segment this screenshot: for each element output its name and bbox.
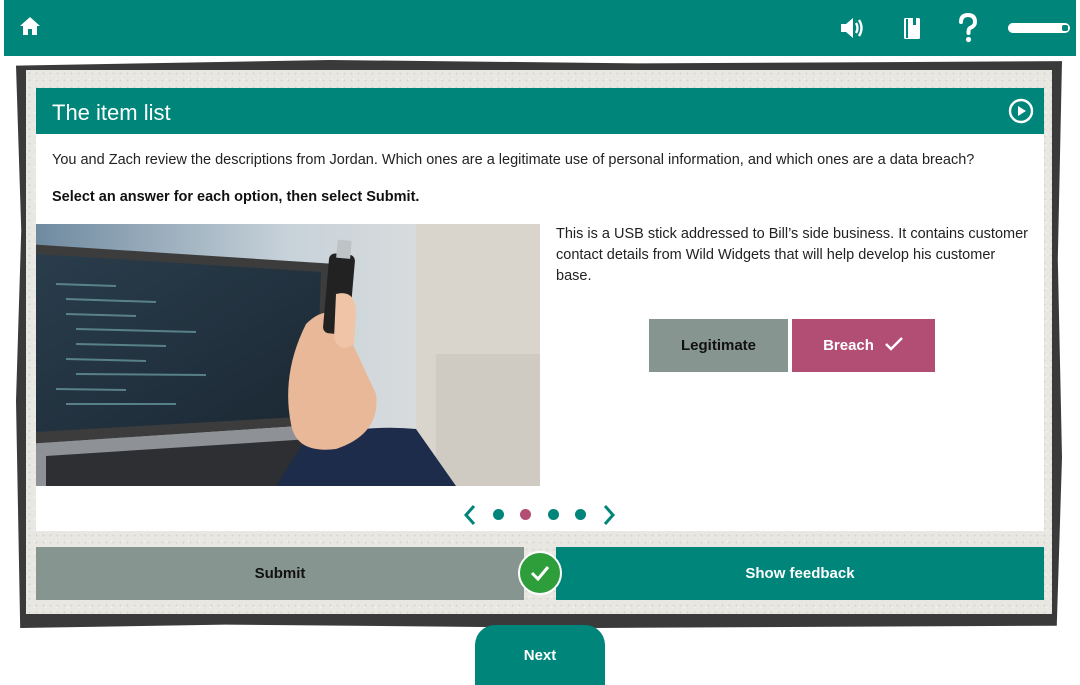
home-icon[interactable] (18, 14, 42, 43)
progress-fill (1008, 23, 1061, 33)
item-description: This is a USB stick addressed to Bill’s … (556, 226, 1028, 284)
pager-dot-1[interactable] (493, 509, 504, 520)
item-pager (462, 504, 622, 526)
usb-stick-laptop-photo (36, 224, 540, 486)
question-text: You and Zach review the descriptions fro… (52, 152, 975, 168)
breach-button[interactable]: Breach (792, 319, 935, 372)
completed-check-icon (518, 551, 562, 595)
card-header: The item list (36, 88, 1044, 134)
progress-remaining (1062, 25, 1068, 31)
book-icon[interactable] (898, 14, 926, 47)
submit-button[interactable]: Submit (36, 547, 524, 600)
previous-arrow-icon[interactable] (462, 504, 478, 531)
next-arrow-icon[interactable] (601, 504, 617, 531)
check-icon (884, 336, 904, 356)
next-button-label: Next (523, 646, 557, 664)
breach-button-label: Breach (823, 337, 874, 354)
top-bar (4, 0, 1076, 56)
card-body: You and Zach review the descriptions fro… (36, 134, 1044, 531)
submit-button-label: Submit (254, 565, 306, 582)
pager-dot-2[interactable] (520, 509, 531, 520)
pager-dot-3[interactable] (548, 509, 559, 520)
next-button[interactable]: Next (475, 625, 605, 685)
legitimate-button[interactable]: Legitimate (649, 319, 788, 372)
help-icon[interactable] (956, 12, 980, 49)
show-feedback-button-label: Show feedback (745, 565, 855, 582)
instruction-text: Select an answer for each option, then s… (52, 189, 420, 205)
show-feedback-button[interactable]: Show feedback (556, 547, 1044, 600)
audio-icon[interactable] (838, 14, 868, 47)
course-progress-bar (1008, 23, 1070, 33)
legitimate-button-label: Legitimate (680, 337, 756, 354)
pager-dot-4[interactable] (575, 509, 586, 520)
play-icon[interactable] (1008, 98, 1034, 129)
page-title: The item list (52, 100, 171, 125)
